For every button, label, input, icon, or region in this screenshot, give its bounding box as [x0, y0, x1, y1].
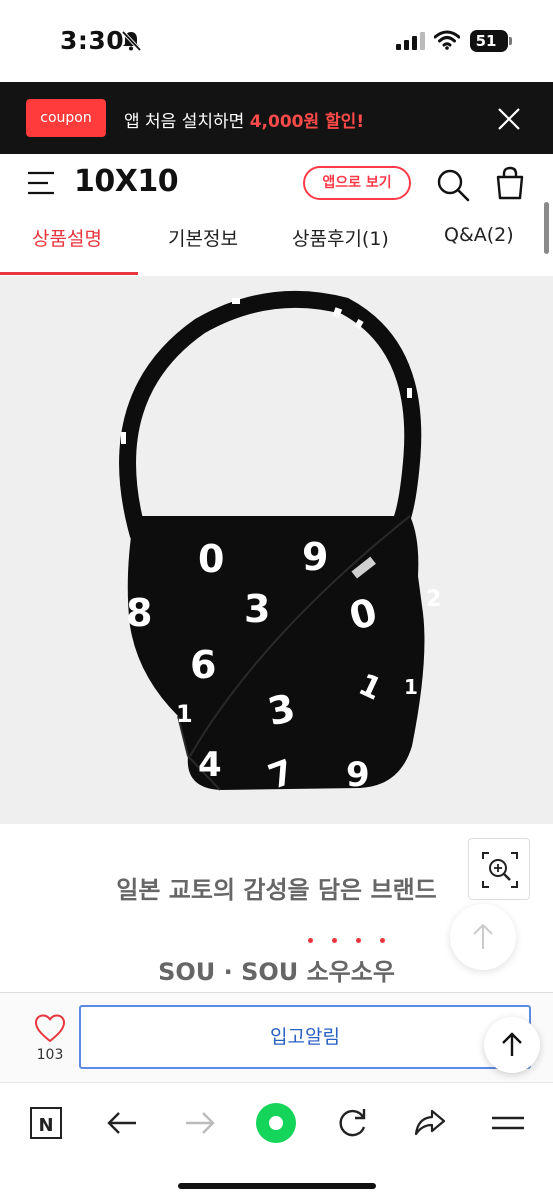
- scroll-top-button-secondary[interactable]: [450, 904, 516, 970]
- site-header: 10X10 앱으로 보기: [0, 154, 553, 214]
- zoom-button[interactable]: [468, 838, 530, 900]
- arrow-left-icon: [107, 1112, 136, 1134]
- open-in-app-button[interactable]: 앱으로 보기: [303, 166, 411, 200]
- app-screen: 3:30 51 coupon 앱 처음 설치하면 4,000원 할인! 10X1…: [0, 0, 553, 1200]
- battery-level: 51: [475, 32, 497, 50]
- status-time: 3:30: [60, 26, 125, 55]
- coupon-badge: coupon: [26, 99, 106, 137]
- decorative-dots: [308, 928, 404, 947]
- bell-slash-icon: [121, 30, 142, 52]
- svg-text:6: 6: [190, 643, 216, 687]
- like-count: 103: [36, 1047, 64, 1063]
- svg-text:0: 0: [198, 537, 224, 581]
- forward-button[interactable]: [178, 1101, 222, 1145]
- home-indicator: [178, 1183, 376, 1189]
- naver-home-button[interactable]: N: [24, 1101, 68, 1145]
- banner-message: 앱 처음 설치하면 4,000원 할인!: [124, 107, 364, 132]
- back-button[interactable]: [100, 1101, 144, 1145]
- green-dot-button[interactable]: [254, 1101, 298, 1145]
- banner-text: 앱 처음 설치하면: [124, 112, 250, 132]
- zoom-in-icon: [482, 852, 518, 888]
- refresh-icon: [339, 1109, 366, 1137]
- purchase-action-bar: 103 입고알림: [0, 992, 553, 1082]
- share-icon: [414, 1109, 446, 1136]
- svg-text:N: N: [38, 1115, 53, 1136]
- svg-text:8: 8: [126, 591, 152, 635]
- status-bar: 3:30 51: [0, 0, 553, 82]
- arrow-right-icon: [186, 1112, 215, 1134]
- svg-text:9: 9: [302, 535, 328, 579]
- wifi-icon: [434, 30, 460, 50]
- svg-text:4: 4: [198, 745, 222, 785]
- tab-reviews[interactable]: 상품후기(1): [292, 224, 389, 251]
- tab-description[interactable]: 상품설명: [32, 224, 102, 251]
- banner-highlight: 4,000원 할인!: [249, 112, 365, 132]
- svg-text:9: 9: [346, 755, 370, 795]
- heart-icon[interactable]: [34, 1013, 66, 1043]
- search-icon[interactable]: [436, 168, 470, 202]
- n-logo-icon: N: [30, 1107, 62, 1139]
- svg-text:1: 1: [176, 700, 193, 728]
- browser-toolbar: N: [0, 1082, 553, 1200]
- tab-qna[interactable]: Q&A(2): [444, 224, 514, 246]
- product-image[interactable]: 0 9 8 3 0 6 3 4 7 9 1 1 1 2: [0, 276, 553, 824]
- green-dot-icon: [256, 1103, 296, 1143]
- product-tabs: 상품설명 기본정보 상품후기(1) Q&A(2): [0, 214, 553, 276]
- tote-bag-illustration: 0 9 8 3 0 6 3 4 7 9 1 1 1 2: [119, 290, 441, 798]
- battery-icon: 51: [470, 30, 512, 52]
- arrow-up-icon: [473, 923, 493, 949]
- arrow-up-icon: [502, 1032, 522, 1056]
- close-icon[interactable]: [496, 106, 522, 132]
- active-tab-indicator: [0, 272, 138, 275]
- svg-text:2: 2: [426, 587, 441, 612]
- browser-menu-button[interactable]: [486, 1101, 530, 1145]
- scrollbar[interactable]: [544, 202, 549, 254]
- menu-icon[interactable]: [28, 170, 56, 196]
- scroll-top-button[interactable]: [484, 1017, 540, 1073]
- share-button[interactable]: [408, 1101, 452, 1145]
- cell-signal-icon: [396, 32, 425, 50]
- svg-text:3: 3: [244, 587, 270, 631]
- product-description: 일본 교토의 감성을 담은 브랜드 SOU · SOU 소우소우: [0, 824, 553, 992]
- menu-icon: [492, 1116, 524, 1130]
- svg-text:1: 1: [404, 675, 418, 699]
- reload-button[interactable]: [330, 1101, 374, 1145]
- shopping-bag-icon[interactable]: [494, 166, 526, 200]
- restock-alert-button[interactable]: 입고알림: [79, 1005, 531, 1069]
- tab-basic-info[interactable]: 기본정보: [168, 224, 238, 251]
- site-logo[interactable]: 10X10: [74, 164, 179, 199]
- coupon-banner[interactable]: coupon 앱 처음 설치하면 4,000원 할인!: [0, 82, 553, 154]
